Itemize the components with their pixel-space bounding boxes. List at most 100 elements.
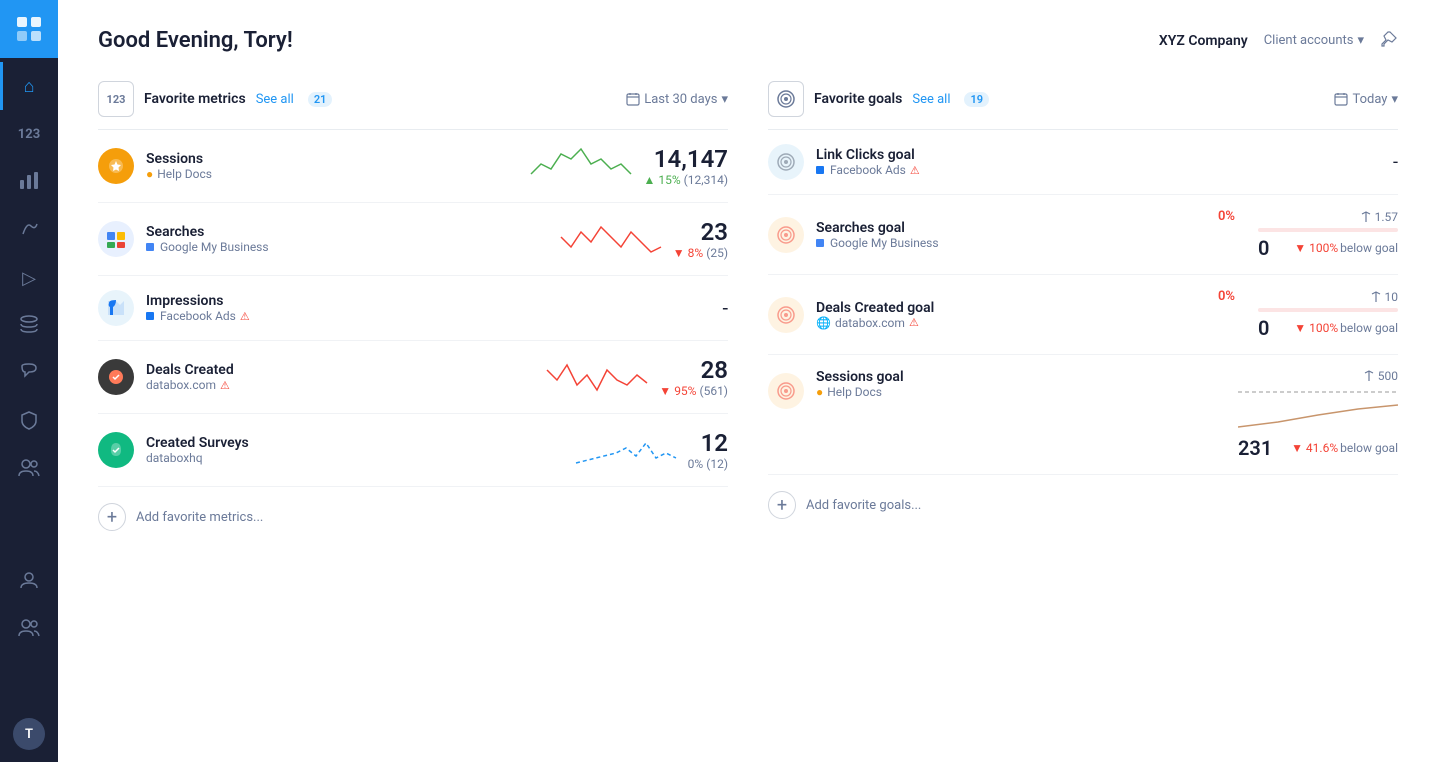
searches-chart <box>561 217 661 261</box>
sidebar-item-metrics[interactable]: 123 <box>0 110 58 158</box>
metrics-see-all[interactable]: See all <box>256 92 294 107</box>
metrics-count-badge: 21 <box>308 92 333 107</box>
sessions-change: ▲ 15% (12,314) <box>643 173 728 187</box>
surveys-chart <box>576 428 676 472</box>
deals-value-group: 28 ▼ 95% (561) <box>659 356 728 398</box>
goals-section-icon <box>768 81 804 117</box>
goals-section: Favorite goals See all 19 Today ▾ <box>768 81 1398 547</box>
layers-icon <box>19 314 39 339</box>
searches-name: Searches <box>146 224 549 240</box>
impressions-source: Facebook Ads ⚠ <box>146 309 598 323</box>
searches-goal-percent: 0% <box>1218 209 1235 224</box>
target2-icon <box>1370 291 1382 303</box>
team2-icon <box>18 618 40 643</box>
deals-name: Deals Created <box>146 362 535 378</box>
goal-row-searches: Searches goal Google My Business 0% 1.57 <box>768 195 1398 275</box>
impressions-name: Impressions <box>146 293 598 309</box>
link-clicks-info: Link Clicks goal Facebook Ads ⚠ <box>816 147 1206 177</box>
metrics-section: 123 Favorite metrics See all 21 Last 30 … <box>98 81 728 547</box>
searches-goal-stats: 0% 1.57 0 ▼ 100% below goal <box>1218 209 1398 260</box>
main-columns: 123 Favorite metrics See all 21 Last 30 … <box>98 81 1398 547</box>
main-content: Good Evening, Tory! XYZ Company Client a… <box>58 0 1438 762</box>
sidebar-item-team2[interactable] <box>0 606 58 654</box>
calendar-icon <box>626 92 640 106</box>
link-clicks-stats: - <box>1218 152 1398 173</box>
team-icon <box>18 458 40 483</box>
goals-see-all[interactable]: See all <box>912 92 950 107</box>
deals-warning-icon: ⚠ <box>220 379 230 392</box>
goals-section-header: Favorite goals See all 19 Today ▾ <box>768 81 1398 130</box>
sessions-source: ●Help Docs <box>146 167 519 181</box>
goals-date-filter[interactable]: Today ▾ <box>1334 92 1398 107</box>
add-metrics-icon: + <box>98 503 126 531</box>
metric-row-sessions: Sessions ●Help Docs 14,147 ▲ 15% (12,3 <box>98 130 728 203</box>
link-clicks-warning-icon: ⚠ <box>910 164 920 177</box>
deals-source-icon <box>98 359 134 395</box>
add-goals-icon: + <box>768 491 796 519</box>
sidebar: ⌂ 123 ▷ <box>0 0 58 762</box>
add-metrics-row[interactable]: + Add favorite metrics... <box>98 487 728 547</box>
deals-goal-value: 0 <box>1258 316 1269 340</box>
impressions-warning-icon: ⚠ <box>240 310 250 323</box>
sessions-goal-source: ● Help Docs <box>816 385 1206 399</box>
deals-change: ▼ 95% (561) <box>659 384 728 398</box>
goal-row-link-clicks: Link Clicks goal Facebook Ads ⚠ - <box>768 130 1398 195</box>
sessions-chart <box>531 144 631 188</box>
searches-value: 23 <box>673 218 728 246</box>
client-accounts-dropdown[interactable]: Client accounts ▾ <box>1264 33 1364 48</box>
sidebar-item-messages[interactable] <box>0 350 58 398</box>
sessions-value-group: 14,147 ▲ 15% (12,314) <box>643 145 728 187</box>
user-icon <box>19 570 39 595</box>
page-greeting: Good Evening, Tory! <box>98 28 293 53</box>
deals-goal-name: Deals Created goal <box>816 300 1206 316</box>
metrics-title: Favorite metrics <box>144 91 246 107</box>
sidebar-item-dashboard[interactable]: ⌂ <box>0 62 58 110</box>
metrics-icon: 123 <box>18 127 40 142</box>
sessions-goal-info: Sessions goal ● Help Docs <box>816 369 1206 399</box>
metrics-section-header: 123 Favorite metrics See all 21 Last 30 … <box>98 81 728 130</box>
sessions-goal-value: 231 <box>1238 436 1272 460</box>
page-header: Good Evening, Tory! XYZ Company Client a… <box>98 28 1398 53</box>
sessions-info: Sessions ●Help Docs <box>146 151 519 181</box>
metric-row-surveys: Created Surveys databoxhq 12 0% (12) <box>98 414 728 487</box>
searches-goal-progress <box>1258 228 1398 232</box>
sidebar-item-shield[interactable] <box>0 398 58 446</box>
goal-row-deals: Deals Created goal 🌐 databox.com ⚠ 0% 10 <box>768 275 1398 355</box>
chevron-down-icon: ▾ <box>1357 33 1364 48</box>
charts-icon <box>19 170 39 195</box>
sidebar-item-charts[interactable] <box>0 158 58 206</box>
deals-info: Deals Created databox.com ⚠ <box>146 362 535 392</box>
searches-goal-info: Searches goal Google My Business <box>816 220 1206 250</box>
sidebar-item-user[interactable] <box>0 558 58 606</box>
add-goals-label: Add favorite goals... <box>806 498 921 513</box>
sidebar-item-videos[interactable]: ▷ <box>0 254 58 302</box>
metric-row-impressions: Impressions Facebook Ads ⚠ - <box>98 276 728 341</box>
deals-goal-stats: 0% 10 0 ▼ 100% below goal <box>1218 289 1398 340</box>
surveys-info: Created Surveys databoxhq <box>146 435 564 465</box>
link-clicks-name: Link Clicks goal <box>816 147 1206 163</box>
goals-calendar-icon <box>1334 92 1348 106</box>
goals-date-chevron-icon: ▾ <box>1391 92 1398 107</box>
add-goals-row[interactable]: + Add favorite goals... <box>768 475 1398 535</box>
sidebar-item-goals[interactable] <box>0 206 58 254</box>
impressions-value-group: - <box>722 296 728 320</box>
deals-value: 28 <box>659 356 728 384</box>
searches-goal-value: 0 <box>1258 236 1269 260</box>
pin-icon[interactable] <box>1380 30 1398 52</box>
sessions-goal-name: Sessions goal <box>816 369 1206 385</box>
surveys-source-icon <box>98 432 134 468</box>
sidebar-item-layers[interactable] <box>0 302 58 350</box>
deals-goal-progress <box>1258 308 1398 312</box>
goals-count-badge: 19 <box>964 92 989 107</box>
target-icon <box>1360 211 1372 223</box>
metrics-date-filter[interactable]: Last 30 days ▾ <box>626 92 728 107</box>
user-avatar[interactable]: T <box>13 718 45 750</box>
searches-source-icon <box>98 221 134 257</box>
logo[interactable] <box>0 0 58 58</box>
sidebar-item-team[interactable] <box>0 446 58 494</box>
sessions-goal-stats: 500 231 <box>1218 369 1398 460</box>
metric-row-searches: Searches Google My Business 23 ▼ 8% (2 <box>98 203 728 276</box>
goal-row-sessions: Sessions goal ● Help Docs 500 <box>768 355 1398 475</box>
metric-row-deals: Deals Created databox.com ⚠ 28 ▼ 95% <box>98 341 728 414</box>
goals-title-group: Favorite goals See all 19 <box>768 81 989 117</box>
